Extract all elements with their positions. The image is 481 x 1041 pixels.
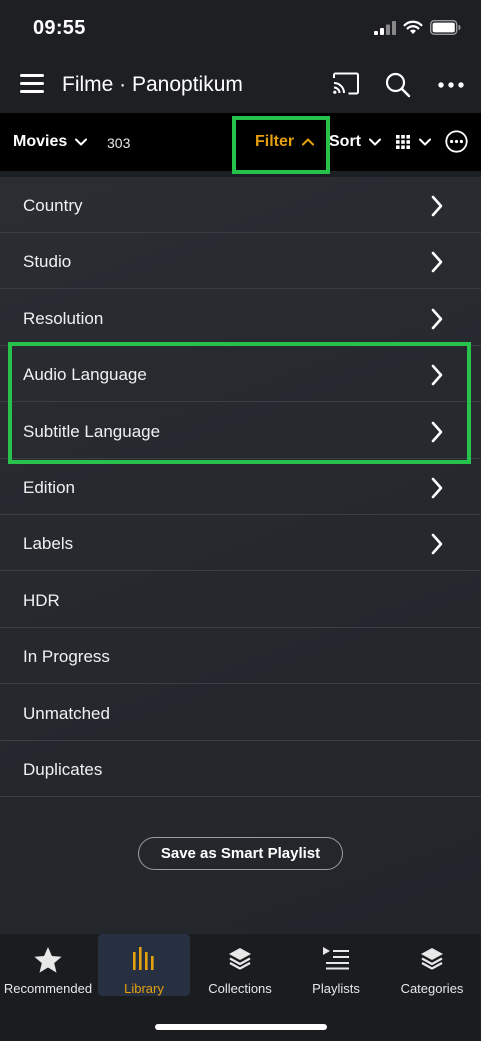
filter-item-hdr[interactable]: HDR <box>0 572 481 628</box>
filter-item-label: In Progress <box>23 647 110 666</box>
filter-list: Country Studio Resolution Audio Language… <box>0 177 481 934</box>
status-icons <box>374 20 461 35</box>
nav-label: Recommended <box>3 981 93 996</box>
library-type-dropdown[interactable]: Movies <box>13 133 88 151</box>
app-header: Filme · Panoptikum <box>0 56 481 113</box>
nav-label: Categories <box>400 981 464 996</box>
status-bar: 09:55 <box>0 0 481 56</box>
filter-item-edition[interactable]: Edition <box>0 459 481 515</box>
filter-item-country[interactable]: Country <box>0 177 481 233</box>
chevron-right-icon <box>431 477 443 499</box>
home-indicator <box>155 1024 327 1030</box>
status-time: 09:55 <box>33 17 86 39</box>
filter-item-label: Country <box>23 196 83 215</box>
nav-item-playlists[interactable]: Playlists <box>288 934 384 996</box>
grid-icon <box>396 135 410 149</box>
nav-label: Playlists <box>312 981 360 996</box>
page-title: Filme · Panoptikum <box>62 73 243 96</box>
options-circle-icon[interactable] <box>445 130 468 153</box>
chevron-right-icon <box>431 308 443 330</box>
filter-item-studio[interactable]: Studio <box>0 233 481 289</box>
menu-icon[interactable] <box>20 74 46 94</box>
filter-button-highlight <box>232 116 330 174</box>
nav-item-collections[interactable]: Collections <box>192 934 288 996</box>
battery-icon <box>430 20 461 35</box>
nav-label: Library <box>124 981 164 996</box>
nav-label: Collections <box>208 981 272 996</box>
filter-item-label: Edition <box>23 478 75 497</box>
filter-item-unmatched[interactable]: Unmatched <box>0 685 481 741</box>
filter-item-label: Resolution <box>23 309 104 328</box>
filter-item-duplicates[interactable]: Duplicates <box>0 741 481 797</box>
filter-item-in-progress[interactable]: In Progress <box>0 628 481 684</box>
star-icon <box>34 947 62 973</box>
filter-item-labels[interactable]: Labels <box>0 515 481 571</box>
chevron-right-icon <box>431 251 443 273</box>
stack-icon <box>229 948 251 970</box>
stack-icon <box>421 948 443 970</box>
chevron-right-icon <box>431 533 443 555</box>
library-icon <box>133 947 154 970</box>
filter-item-label: Studio <box>23 252 72 271</box>
chevron-down-icon <box>419 138 431 146</box>
library-type-label: Movies <box>13 133 68 150</box>
filter-item-label: HDR <box>23 591 60 610</box>
chevron-right-icon <box>431 195 443 217</box>
wifi-icon <box>403 20 423 34</box>
language-filters-highlight <box>8 342 471 464</box>
filter-item-resolution[interactable]: Resolution <box>0 290 481 346</box>
view-mode-dropdown[interactable] <box>396 135 431 149</box>
chevron-down-icon <box>369 138 381 146</box>
cast-icon[interactable] <box>332 72 360 96</box>
nav-item-categories[interactable]: Categories <box>384 934 480 996</box>
nav-item-library[interactable]: Library <box>98 934 190 996</box>
chevron-down-icon <box>75 138 88 146</box>
search-icon[interactable] <box>385 72 411 98</box>
nav-item-recommended[interactable]: Recommended <box>0 934 96 996</box>
sort-label: Sort <box>329 133 361 150</box>
more-options-icon[interactable] <box>438 82 464 88</box>
filter-item-label: Labels <box>23 534 74 553</box>
playlist-icon <box>323 947 349 970</box>
sort-button[interactable]: Sort <box>329 133 381 151</box>
save-smart-playlist-button[interactable]: Save as Smart Playlist <box>138 837 343 870</box>
cellular-signal-icon <box>374 20 396 35</box>
filter-item-label: Unmatched <box>23 704 110 723</box>
filter-item-label: Duplicates <box>23 760 103 779</box>
item-count: 303 <box>107 135 131 151</box>
